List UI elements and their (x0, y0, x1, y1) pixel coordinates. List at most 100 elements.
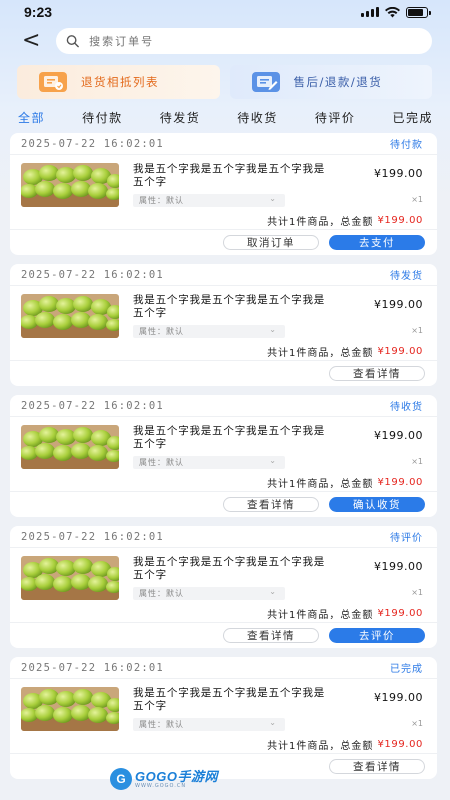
order-card[interactable]: 2025-07-22 16:02:01 已完成 我是五个字我是五个字我是五个字我… (10, 657, 437, 779)
battery-icon (406, 6, 431, 18)
order-time: 2025-07-22 16:02:01 (21, 530, 164, 543)
product-title: 我是五个字我是五个字我是五个字我是五个字 (133, 556, 326, 581)
search-row: < (0, 27, 450, 55)
order-action-button[interactable]: 确认收货 (329, 497, 425, 512)
order-status: 待发货 (390, 271, 423, 282)
total-amount: ¥199.00 (377, 738, 423, 750)
search-box[interactable] (56, 28, 432, 54)
status-icons (361, 6, 431, 18)
order-time: 2025-07-22 16:02:01 (21, 268, 164, 281)
attribute-label: 属性： (139, 720, 166, 729)
product-quantity: ×1 (411, 457, 423, 466)
search-input[interactable] (89, 34, 432, 48)
order-tabs: 全部 待付款 待发货 待收货 待评价 已完成 (0, 107, 450, 127)
attribute-value: 默认 (166, 458, 184, 467)
chevron-down-icon: ⌄ (269, 194, 277, 203)
product-quantity: ×1 (411, 719, 423, 728)
tab-pending-review[interactable]: 待评价 (315, 109, 356, 126)
attribute-selector[interactable]: 属性： 默认 ⌄ (133, 718, 285, 731)
attribute-selector[interactable]: 属性： 默认 ⌄ (133, 587, 285, 600)
after-sale-button[interactable]: 售后/退款/退货 (229, 65, 432, 99)
product-quantity: ×1 (411, 326, 423, 335)
chevron-down-icon: ⌄ (269, 325, 277, 334)
return-offset-list-button[interactable]: 退货相抵列表 (17, 65, 220, 99)
return-list-icon (39, 72, 67, 92)
product-info: 我是五个字我是五个字我是五个字我是五个字 属性： 默认 ⌄ (133, 294, 328, 342)
order-body: 我是五个字我是五个字我是五个字我是五个字 属性： 默认 ⌄ ¥199.00 ×1 (10, 155, 437, 211)
order-action-button[interactable]: 去评价 (329, 628, 425, 643)
total-prefix: 共计1件商品，总金额 (267, 609, 374, 621)
attribute-value: 默认 (166, 720, 184, 729)
product-image (21, 425, 119, 469)
back-button[interactable]: < (22, 30, 40, 52)
attribute-value: 默认 (166, 589, 184, 598)
order-list: 2025-07-22 16:02:01 待付款 我是五个字我是五个字我是五个字我… (0, 133, 450, 779)
order-total: 共计1件商品，总金额 ¥199.00 (10, 735, 437, 753)
order-card[interactable]: 2025-07-22 16:02:01 待付款 我是五个字我是五个字我是五个字我… (10, 133, 437, 255)
product-image (21, 163, 119, 207)
order-action-button[interactable]: 查看详情 (223, 628, 319, 643)
order-header: 2025-07-22 16:02:01 待付款 (10, 133, 437, 155)
product-price: ¥199.00 (374, 167, 423, 180)
tab-pending-shipment[interactable]: 待发货 (160, 109, 201, 126)
product-quantity: ×1 (411, 195, 423, 204)
order-status: 待收货 (390, 402, 423, 413)
product-title: 我是五个字我是五个字我是五个字我是五个字 (133, 425, 326, 450)
battery-level (408, 8, 424, 16)
order-actions: 查看详情 去评价 (10, 622, 437, 648)
signal-icon (361, 7, 379, 17)
attribute-selector[interactable]: 属性： 默认 ⌄ (133, 325, 285, 338)
order-time: 2025-07-22 16:02:01 (21, 399, 164, 412)
product-title: 我是五个字我是五个字我是五个字我是五个字 (133, 294, 326, 319)
product-quantity: ×1 (411, 588, 423, 597)
after-sale-icon (251, 72, 280, 92)
attribute-label: 属性： (139, 458, 166, 467)
attribute-selector[interactable]: 属性： 默认 ⌄ (133, 194, 285, 207)
return-offset-list-label: 退货相抵列表 (81, 75, 159, 89)
watermark-brand: GOGO手游网 (135, 768, 218, 784)
order-status: 已完成 (390, 664, 423, 675)
product-title: 我是五个字我是五个字我是五个字我是五个字 (133, 687, 326, 712)
order-action-button[interactable]: 查看详情 (223, 497, 319, 512)
product-info: 我是五个字我是五个字我是五个字我是五个字 属性： 默认 ⌄ (133, 687, 328, 735)
order-card[interactable]: 2025-07-22 16:02:01 待评价 我是五个字我是五个字我是五个字我… (10, 526, 437, 648)
feature-row: 退货相抵列表 售后/退款/退货 (0, 65, 450, 99)
product-image (21, 687, 119, 731)
product-price: ¥199.00 (374, 429, 423, 442)
order-actions: 查看详情 (10, 360, 437, 386)
chevron-down-icon: ⌄ (269, 587, 277, 596)
tab-all[interactable]: 全部 (18, 109, 45, 126)
product-price: ¥199.00 (374, 298, 423, 311)
order-action-button[interactable]: 查看详情 (329, 759, 425, 774)
order-total: 共计1件商品，总金额 ¥199.00 (10, 473, 437, 491)
order-actions: 查看详情 (10, 753, 437, 779)
order-card[interactable]: 2025-07-22 16:02:01 待发货 我是五个字我是五个字我是五个字我… (10, 264, 437, 386)
order-card[interactable]: 2025-07-22 16:02:01 待收货 我是五个字我是五个字我是五个字我… (10, 395, 437, 517)
product-price: ¥199.00 (374, 691, 423, 704)
order-body: 我是五个字我是五个字我是五个字我是五个字 属性： 默认 ⌄ ¥199.00 ×1 (10, 679, 437, 735)
attribute-label: 属性： (139, 196, 166, 205)
total-prefix: 共计1件商品，总金额 (267, 347, 374, 359)
tab-pending-payment[interactable]: 待付款 (82, 109, 123, 126)
order-action-button[interactable]: 去支付 (329, 235, 425, 250)
chevron-down-icon: ⌄ (269, 456, 277, 465)
tab-pending-receipt[interactable]: 待收货 (237, 109, 278, 126)
attribute-selector[interactable]: 属性： 默认 ⌄ (133, 456, 285, 469)
order-header: 2025-07-22 16:02:01 待收货 (10, 395, 437, 417)
total-amount: ¥199.00 (377, 345, 423, 357)
status-bar: 9:23 (0, 0, 450, 24)
tab-completed[interactable]: 已完成 (392, 109, 433, 126)
order-action-button[interactable]: 取消订单 (223, 235, 319, 250)
product-image (21, 556, 119, 600)
order-header: 2025-07-22 16:02:01 已完成 (10, 657, 437, 679)
total-amount: ¥199.00 (377, 607, 423, 619)
product-title: 我是五个字我是五个字我是五个字我是五个字 (133, 163, 326, 188)
order-action-button[interactable]: 查看详情 (329, 366, 425, 381)
search-icon (66, 35, 79, 48)
total-amount: ¥199.00 (377, 214, 423, 226)
product-price: ¥199.00 (374, 560, 423, 573)
order-total: 共计1件商品，总金额 ¥199.00 (10, 342, 437, 360)
attribute-label: 属性： (139, 327, 166, 336)
order-status: 待付款 (390, 140, 423, 151)
total-prefix: 共计1件商品，总金额 (267, 740, 374, 752)
